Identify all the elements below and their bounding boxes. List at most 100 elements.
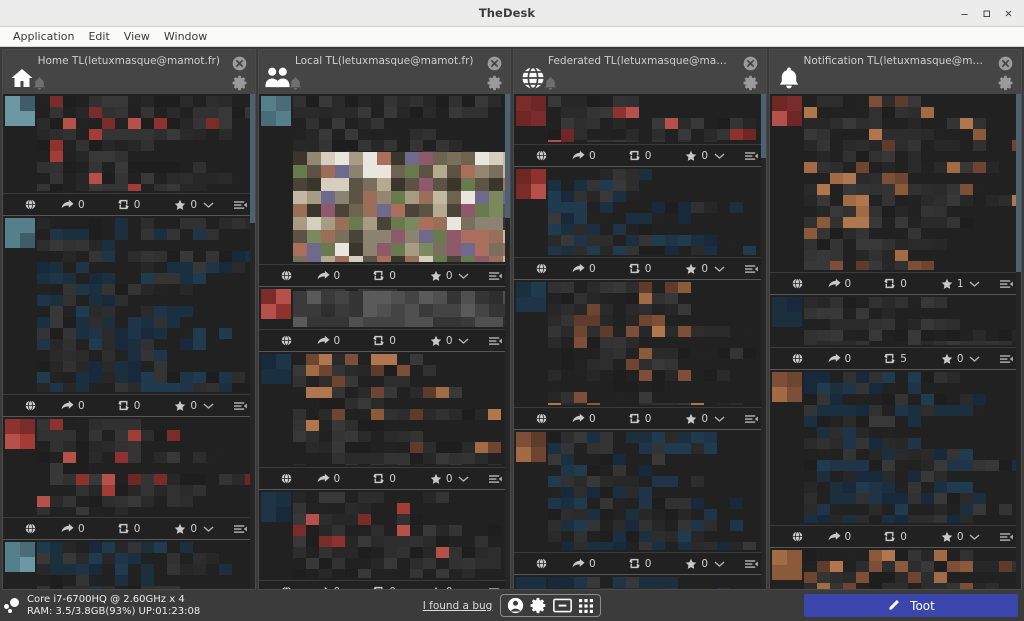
reply-button[interactable]: 0 xyxy=(61,400,85,412)
avatar[interactable] xyxy=(516,169,546,199)
toot[interactable]: 000 xyxy=(258,352,510,490)
avatar[interactable] xyxy=(771,550,802,580)
chevron-down-icon[interactable] xyxy=(202,402,214,410)
chevron-down-icon[interactable] xyxy=(969,533,980,541)
column-scrollbar-track[interactable] xyxy=(505,94,510,589)
reply-button[interactable]: 0 xyxy=(827,353,851,365)
avatar[interactable] xyxy=(516,432,546,462)
toot-button[interactable]: Toot xyxy=(804,594,1018,617)
chevron-down-icon[interactable] xyxy=(458,588,469,589)
favourite-button[interactable]: 0 xyxy=(430,473,453,485)
column-scrollbar-track[interactable] xyxy=(1016,94,1021,589)
close-button[interactable] xyxy=(998,3,1018,23)
chevron-down-icon[interactable] xyxy=(202,201,214,209)
column-body-notification[interactable]: 001050000 xyxy=(769,94,1021,589)
toot[interactable]: 000 xyxy=(514,94,766,167)
reply-button[interactable]: 0 xyxy=(572,413,596,425)
visibility-globe-icon[interactable] xyxy=(281,473,292,484)
reply-button[interactable]: 0 xyxy=(316,473,340,485)
gear-icon[interactable] xyxy=(530,597,547,614)
reply-button[interactable]: 0 xyxy=(317,586,340,589)
toot[interactable]: 000 xyxy=(258,490,510,589)
detail-menu-icon[interactable] xyxy=(1000,279,1013,289)
reply-button[interactable]: 0 xyxy=(316,270,340,282)
chevron-down-icon[interactable] xyxy=(969,280,980,288)
detail-menu-icon[interactable] xyxy=(744,559,758,569)
toot[interactable]: 000 xyxy=(514,430,766,575)
avatar[interactable] xyxy=(516,282,546,312)
close-icon[interactable] xyxy=(232,56,247,71)
column-scrollbar-track[interactable] xyxy=(249,94,255,589)
toot-media-attachment[interactable] xyxy=(292,291,510,327)
favourite-button[interactable]: 0 xyxy=(685,558,708,570)
gear-icon[interactable] xyxy=(743,75,759,91)
detail-menu-icon[interactable] xyxy=(489,336,502,346)
toot-media-attachment[interactable] xyxy=(292,152,510,262)
favourite-button[interactable]: 0 xyxy=(941,531,964,543)
avatar[interactable] xyxy=(5,96,35,126)
maximize-button[interactable] xyxy=(976,3,996,23)
detail-menu-icon[interactable] xyxy=(489,271,502,281)
bell-icon[interactable] xyxy=(544,76,558,92)
visibility-globe-icon[interactable] xyxy=(536,150,547,161)
favourite-button[interactable]: 0 xyxy=(430,586,453,589)
chevron-down-icon[interactable] xyxy=(202,525,214,533)
menu-item-window[interactable]: Window xyxy=(157,29,214,45)
boost-button[interactable]: 0 xyxy=(883,278,907,290)
avatar[interactable] xyxy=(5,542,35,572)
detail-menu-icon[interactable] xyxy=(233,200,247,210)
column-scrollbar-thumb[interactable] xyxy=(1016,94,1021,273)
toot[interactable]: 0 0 0 xyxy=(258,94,510,287)
column-body-local[interactable]: 000000000000 xyxy=(258,94,510,589)
reply-button[interactable]: 0 xyxy=(316,335,340,347)
favourite-button[interactable]: 0 xyxy=(685,263,708,275)
visibility-globe-icon[interactable] xyxy=(536,558,547,569)
column-scrollbar-thumb[interactable] xyxy=(760,94,766,159)
detail-menu-icon[interactable] xyxy=(1000,354,1013,364)
toot[interactable]: 000 xyxy=(3,216,255,417)
reply-button[interactable]: 0 xyxy=(61,199,85,211)
visibility-globe-icon[interactable] xyxy=(792,353,803,364)
favourite-button[interactable]: 0 xyxy=(941,353,964,365)
boost-button[interactable]: 0 xyxy=(117,199,140,211)
menu-item-edit[interactable]: Edit xyxy=(81,29,116,45)
toot[interactable]: 000 xyxy=(769,370,1021,548)
avatar[interactable] xyxy=(771,297,802,327)
chevron-down-icon[interactable] xyxy=(458,272,469,280)
detail-menu-icon[interactable] xyxy=(489,474,502,484)
avatar[interactable] xyxy=(771,96,802,126)
toot[interactable] xyxy=(514,575,766,589)
column-scrollbar-thumb[interactable] xyxy=(249,94,255,223)
menu-item-application[interactable]: Application xyxy=(6,29,81,45)
avatar[interactable] xyxy=(771,372,802,402)
visibility-globe-icon[interactable] xyxy=(792,278,803,289)
favourite-button[interactable]: 0 xyxy=(174,523,197,535)
detail-menu-icon[interactable] xyxy=(1000,532,1013,542)
avatar[interactable] xyxy=(260,354,291,384)
visibility-globe-icon[interactable] xyxy=(792,531,803,542)
visibility-globe-icon[interactable] xyxy=(25,523,36,534)
boost-button[interactable]: 0 xyxy=(628,413,651,425)
favourite-button[interactable]: 0 xyxy=(430,270,453,282)
window-minimize-icon[interactable] xyxy=(553,597,573,614)
toot[interactable]: 000 xyxy=(258,287,510,352)
boost-button[interactable]: 0 xyxy=(117,523,140,535)
boost-button[interactable]: 0 xyxy=(372,270,396,282)
boost-button[interactable]: 5 xyxy=(883,353,907,365)
favourite-button[interactable]: 0 xyxy=(430,335,453,347)
reply-button[interactable]: 0 xyxy=(827,278,851,290)
chevron-down-icon[interactable] xyxy=(713,560,725,568)
found-a-bug-link[interactable]: I found a bug xyxy=(423,600,493,612)
avatar[interactable] xyxy=(5,218,35,248)
close-icon[interactable] xyxy=(487,56,502,71)
favourite-button[interactable]: 0 xyxy=(174,199,197,211)
avatar[interactable] xyxy=(516,577,546,589)
chevron-down-icon[interactable] xyxy=(969,355,980,363)
reply-button[interactable]: 0 xyxy=(572,263,596,275)
gear-icon[interactable] xyxy=(998,75,1014,91)
avatar[interactable] xyxy=(260,96,291,126)
visibility-globe-icon[interactable] xyxy=(281,335,292,346)
chevron-down-icon[interactable] xyxy=(458,475,469,483)
toot[interactable]: 001 xyxy=(769,94,1021,295)
column-scrollbar-track[interactable] xyxy=(760,94,766,589)
